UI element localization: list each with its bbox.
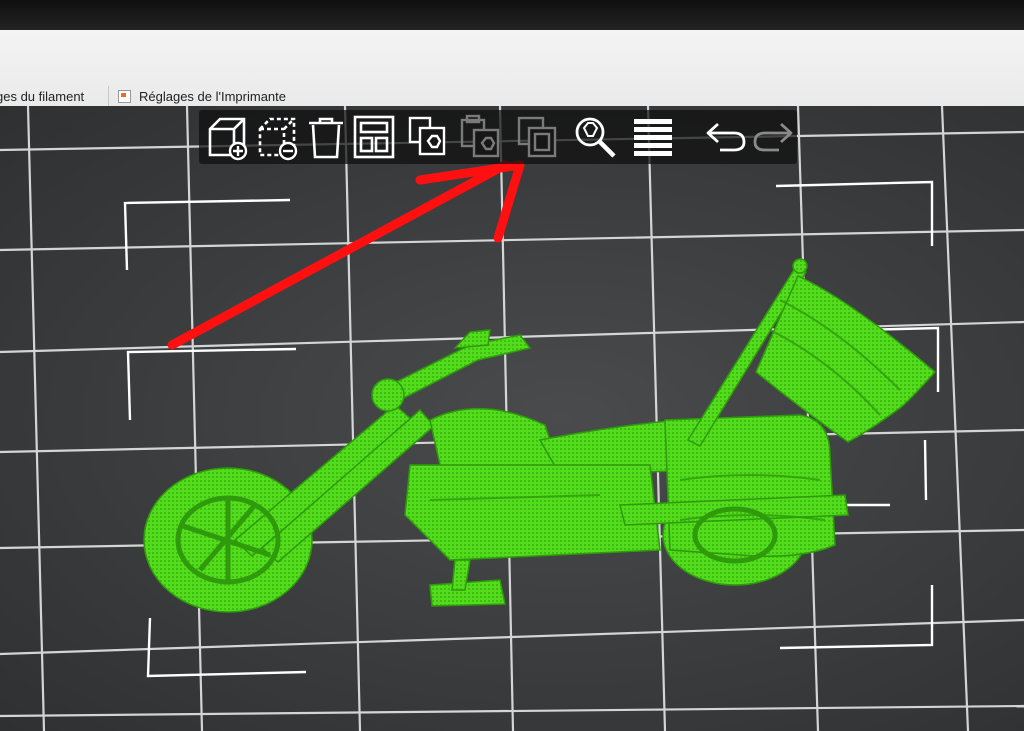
redo-button[interactable] <box>750 112 796 162</box>
cube-plus-icon <box>208 117 248 161</box>
layers-view-button[interactable] <box>628 112 678 162</box>
delete-all-button[interactable] <box>303 112 349 162</box>
remove-object-button[interactable] <box>253 112 303 162</box>
paste-button[interactable] <box>457 112 507 162</box>
layers-stack-icon <box>634 119 672 156</box>
screen-bezel <box>0 0 1024 34</box>
layers-editing-button[interactable] <box>513 112 563 162</box>
3d-viewport[interactable] <box>0 106 1024 731</box>
undo-button[interactable] <box>703 112 749 162</box>
trash-icon <box>309 117 343 159</box>
undo-icon <box>706 122 746 152</box>
tab-divider <box>108 86 109 106</box>
arrange-button[interactable] <box>351 112 397 162</box>
paste-icon <box>460 114 500 158</box>
printer-settings-icon <box>118 89 131 103</box>
search-button[interactable] <box>570 112 620 162</box>
add-object-button[interactable] <box>203 112 253 162</box>
search-icon <box>575 117 616 158</box>
tab-printer-label: Réglages de l'Imprimante <box>139 88 286 104</box>
tab-bar: ges du filament Réglages de l'Imprimante <box>0 30 1024 110</box>
tab-filament-label: ges du filament <box>0 88 85 104</box>
print-bed-grid <box>0 106 1024 731</box>
redo-icon <box>753 122 793 152</box>
copy-button[interactable] <box>405 112 455 162</box>
cube-minus-icon <box>258 117 298 161</box>
layers-icon <box>517 116 557 158</box>
arrange-grid-icon <box>353 115 395 159</box>
copy-icon <box>408 116 446 156</box>
